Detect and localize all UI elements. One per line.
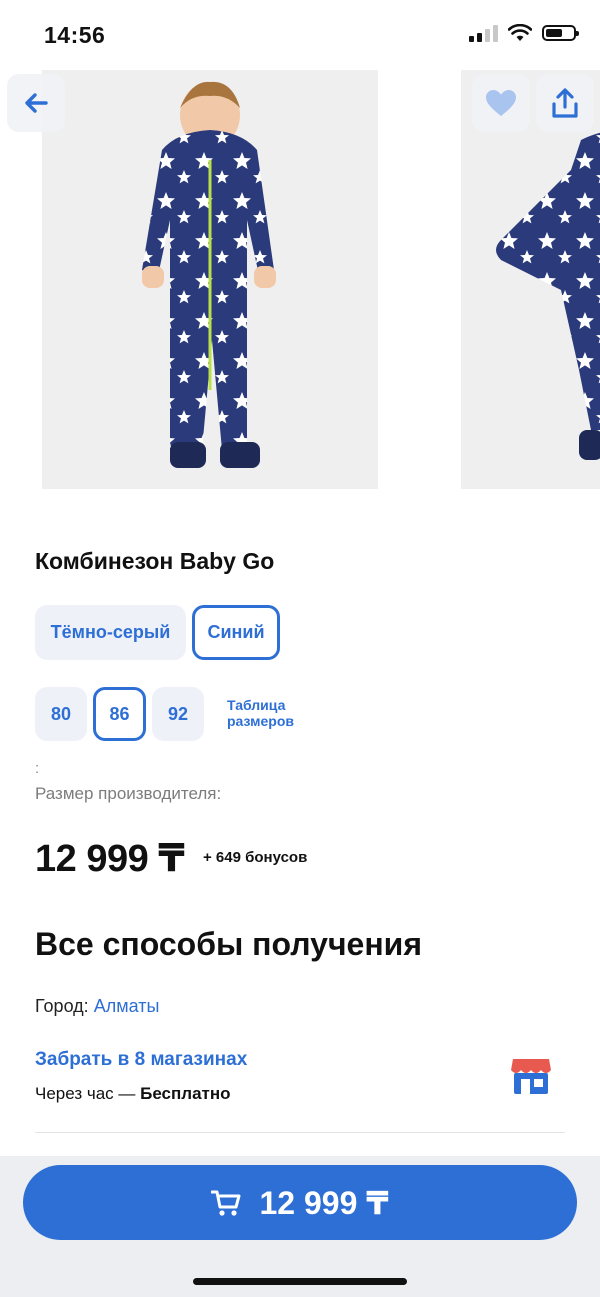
size-colon: :: [35, 760, 40, 777]
city-label: Город:: [35, 996, 89, 1016]
store-icon: [510, 1056, 552, 1101]
product-photo-main[interactable]: [42, 70, 378, 489]
home-indicator[interactable]: [193, 1278, 407, 1285]
size-option-80[interactable]: 80: [35, 687, 87, 741]
buy-button-price: 12 999 ₸: [259, 1184, 389, 1221]
color-option-blue[interactable]: Синий: [192, 605, 280, 660]
city-value[interactable]: Алматы: [94, 996, 160, 1016]
pickup-time: Через час —: [35, 1084, 141, 1103]
size-chart-line-2: размеров: [227, 713, 294, 729]
share-icon: [552, 88, 578, 118]
product-price: 12 999 ₸: [35, 838, 185, 880]
child-snowsuit-image: [42, 70, 378, 489]
size-chart-link[interactable]: Таблица размеров: [227, 697, 327, 729]
battery-icon: [542, 25, 579, 41]
add-to-cart-button[interactable]: 12 999 ₸: [23, 1165, 577, 1240]
back-button[interactable]: [7, 74, 65, 132]
wifi-icon: [508, 24, 532, 41]
pickup-details: Через час — Бесплатно: [35, 1084, 231, 1104]
share-button[interactable]: [536, 74, 594, 132]
size-option-86[interactable]: 86: [93, 687, 146, 741]
snowsuit-flat-image: [461, 70, 600, 489]
bonus-points: + 649 бонусов: [203, 849, 308, 866]
favorite-button[interactable]: [472, 74, 530, 132]
section-divider: [35, 1132, 565, 1133]
product-photo-secondary[interactable]: [461, 70, 600, 489]
city-selector[interactable]: Город: Алматы: [35, 996, 159, 1017]
status-bar: 14:56: [0, 0, 600, 70]
arrow-left-icon: [25, 93, 48, 113]
color-option-dark-grey[interactable]: Тёмно-серый: [35, 605, 186, 660]
product-gallery[interactable]: [0, 70, 600, 490]
pickup-stores-link[interactable]: Забрать в 8 магазинах: [35, 1049, 247, 1071]
heart-icon: [486, 90, 516, 116]
pickup-cost: Бесплатно: [140, 1084, 231, 1103]
cellular-signal-icon: [469, 24, 498, 42]
delivery-heading: Все способы получения: [35, 926, 422, 962]
size-chart-line-1: Таблица: [227, 697, 286, 713]
status-time: 14:56: [44, 22, 106, 48]
product-title: Комбинезон Baby Go: [35, 548, 275, 574]
size-option-92[interactable]: 92: [152, 687, 204, 741]
status-icons: [469, 24, 579, 42]
manufacturer-size-label: Размер производителя:: [35, 784, 222, 803]
cart-icon: [211, 1190, 241, 1216]
